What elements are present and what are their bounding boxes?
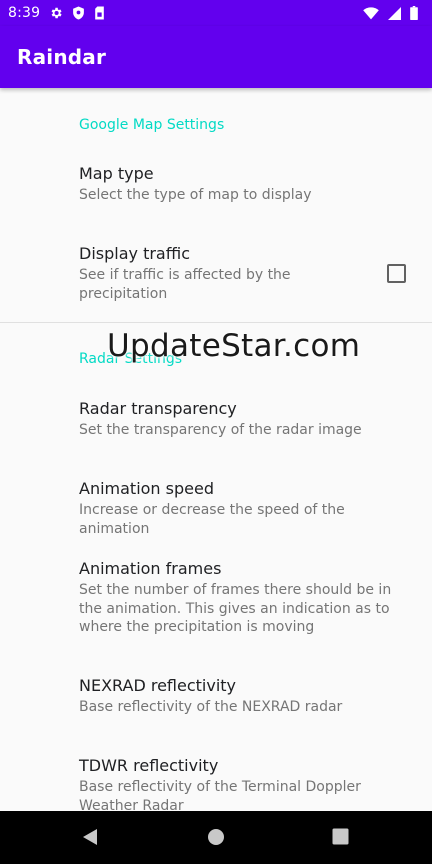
pref-animation-speed-summary: Increase or decrease the speed of the an…: [79, 502, 345, 537]
pref-nexrad-reflectivity[interactable]: NEXRAD reflectivity Base reflectivity of…: [79, 676, 414, 717]
status-time: 8:39: [8, 5, 41, 21]
pref-nexrad-title: NEXRAD reflectivity: [79, 676, 237, 695]
pref-animation-frames-title: Animation frames: [79, 559, 222, 578]
pref-tdwr-reflectivity[interactable]: TDWR reflectivity Base reflectivity of t…: [79, 756, 414, 811]
pref-radar-transparency-summary: Set the transparency of the radar image: [79, 422, 362, 438]
pref-display-traffic[interactable]: Display traffic See if traffic is affect…: [79, 244, 414, 303]
navigation-bar: [0, 811, 432, 864]
back-icon[interactable]: [82, 828, 98, 850]
pref-animation-frames[interactable]: Animation frames Set the number of frame…: [79, 559, 414, 637]
pref-display-traffic-summary: See if traffic is affected by the precip…: [79, 267, 291, 302]
wifi-icon: [363, 6, 379, 20]
pref-radar-transparency-title: Radar transparency: [79, 399, 237, 418]
home-icon[interactable]: [207, 828, 225, 850]
pref-animation-frames-summary: Set the number of frames there should be…: [79, 582, 392, 635]
recents-icon[interactable]: [332, 828, 349, 849]
category-google-map: Google Map Settings: [79, 117, 225, 133]
gear-icon: [49, 6, 63, 20]
pref-animation-speed[interactable]: Animation speed Increase or decrease the…: [79, 479, 414, 538]
settings-list[interactable]: Google Map Settings Map type Select the …: [0, 88, 432, 811]
display-traffic-checkbox[interactable]: [387, 264, 406, 283]
pref-radar-transparency[interactable]: Radar transparency Set the transparency …: [79, 399, 414, 440]
app-title: Raindar: [17, 45, 107, 69]
pref-nexrad-summary: Base reflectivity of the NEXRAD radar: [79, 699, 343, 715]
pref-tdwr-title: TDWR reflectivity: [79, 756, 219, 775]
watermark: UpdateStar.com: [107, 328, 361, 364]
status-bar: 8:39: [0, 0, 432, 26]
pref-map-type[interactable]: Map type Select the type of map to displ…: [79, 164, 414, 205]
app-bar: Raindar: [0, 26, 432, 88]
pref-tdwr-summary: Base reflectivity of the Terminal Dopple…: [79, 779, 361, 811]
signal-icon: [388, 6, 401, 20]
pref-map-type-title: Map type: [79, 164, 154, 183]
battery-icon: [410, 6, 418, 20]
sim-card-icon: [94, 6, 105, 20]
pref-animation-speed-title: Animation speed: [79, 479, 214, 498]
pref-map-type-summary: Select the type of map to display: [79, 187, 312, 203]
pref-display-traffic-title: Display traffic: [79, 244, 190, 263]
shield-icon: [72, 6, 85, 20]
divider: [0, 322, 432, 323]
